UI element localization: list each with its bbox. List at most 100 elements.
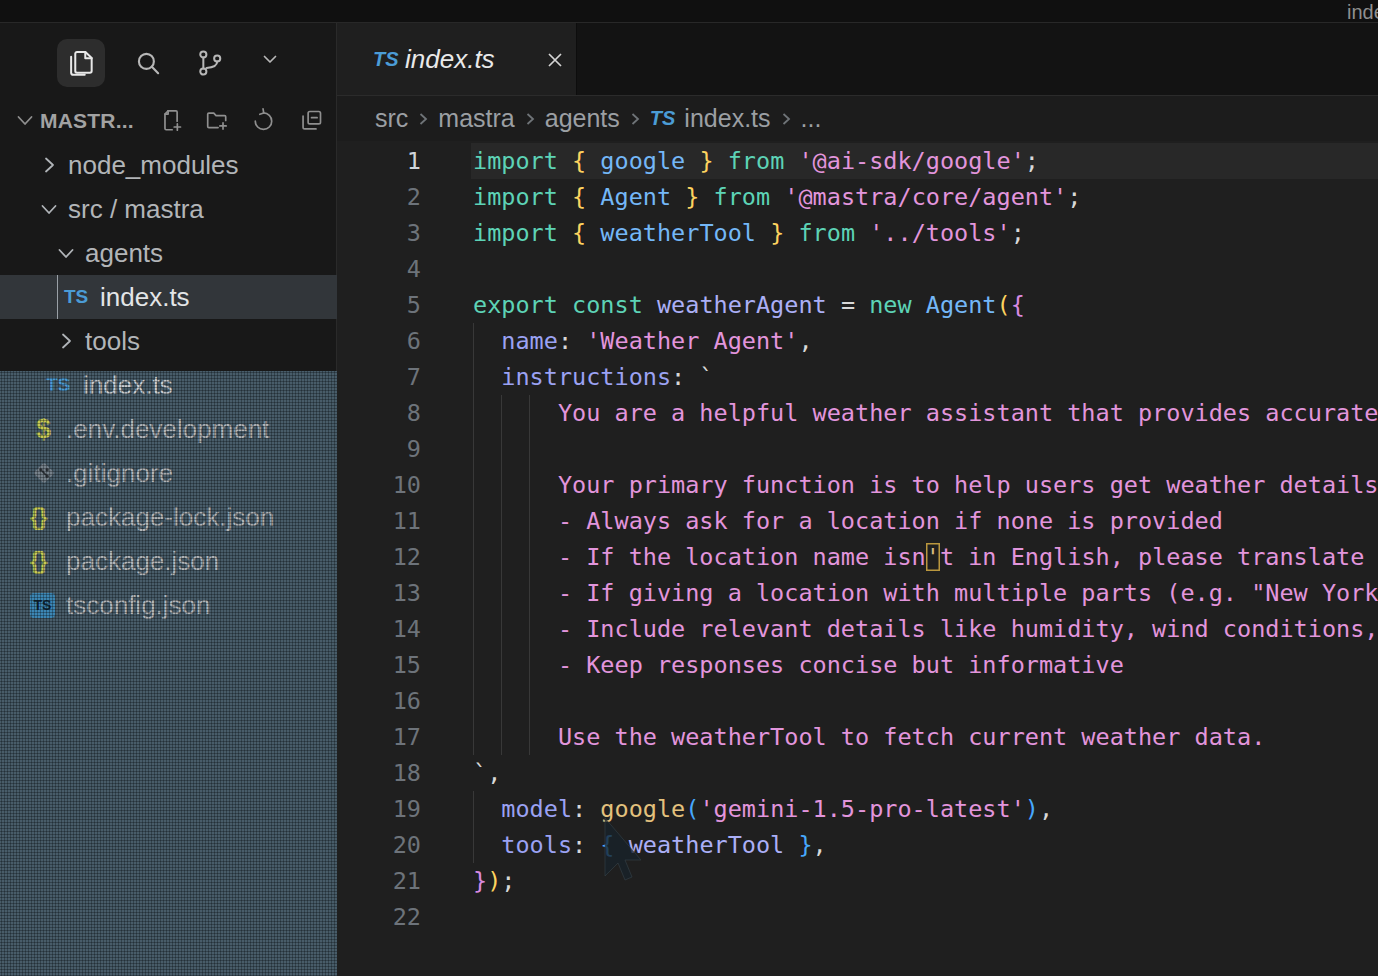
source-control-icon[interactable] <box>194 47 226 83</box>
code-line-14: 14 - Include relevant details like humid… <box>337 611 1378 647</box>
tree-item-label: index.ts <box>100 275 190 319</box>
explorer-section-label[interactable]: MASTR... <box>40 109 134 133</box>
code-line-6: 6 name: 'Weather Agent', <box>337 323 1378 359</box>
git-icon <box>30 459 58 491</box>
code-text: instructions: ` <box>473 359 714 395</box>
breadcrumb-item-mastra[interactable]: mastra <box>438 104 514 133</box>
code-text: - Always ask for a location if none is p… <box>473 503 1223 539</box>
indent-guide <box>473 431 474 467</box>
line-number: 11 <box>337 503 421 539</box>
line-number: 15 <box>337 647 421 683</box>
code-text: import { weatherTool } from '../tools'; <box>473 215 1025 251</box>
code-text: - If the location name isn't in English,… <box>473 539 1378 575</box>
tree-item-tools[interactable]: tools <box>0 319 337 363</box>
code-text: You are a helpful weather assistant that… <box>473 395 1378 431</box>
line-number: 6 <box>337 323 421 359</box>
chevron-down-icon[interactable] <box>258 47 282 75</box>
file-item--env-development[interactable]: $ .env.development <box>0 407 337 451</box>
file-item-label: .env.development <box>66 407 269 451</box>
mouse-cursor <box>604 818 642 896</box>
new-file-icon[interactable] <box>158 107 185 138</box>
tree-item-agents[interactable]: agents <box>0 231 337 275</box>
file-item-package-json[interactable]: {} package.json <box>0 539 337 583</box>
code-text: export const weatherAgent = new Agent({ <box>473 287 1025 323</box>
code-editor[interactable]: 1 import { google } from '@ai-sdk/google'… <box>337 141 1378 976</box>
explorer-section-chevron-icon[interactable] <box>14 109 36 135</box>
code-text: model: google('gemini-1.5-pro-latest'), <box>473 791 1053 827</box>
ts-file-icon: TS <box>46 363 70 407</box>
drag-ghost-index-ts: TS index.ts <box>0 363 337 407</box>
indent-guide <box>473 683 474 719</box>
breadcrumb-item--[interactable]: ... <box>801 104 822 133</box>
breadcrumb: src mastra agents TS index.ts... <box>337 95 1378 141</box>
tree-item-label: agents <box>85 231 163 275</box>
code-line-16: 16 <box>337 683 1378 719</box>
line-number: 20 <box>337 827 421 863</box>
drag-ghost-label: index.ts <box>83 363 173 407</box>
code-line-13: 13 - If giving a location with multiple … <box>337 575 1378 611</box>
file-item-tsconfig-json[interactable]: TStsconfig.json <box>0 583 337 627</box>
indent-guide <box>501 431 502 467</box>
breadcrumb-separator-icon <box>620 110 650 128</box>
file-item--gitignore[interactable]: .gitignore <box>0 451 337 495</box>
line-number: 16 <box>337 683 421 719</box>
explorer-icon[interactable] <box>65 47 97 83</box>
line-number: 8 <box>337 395 421 431</box>
braces-icon: {} <box>30 495 47 539</box>
tree-item-node-modules[interactable]: node_modules <box>0 143 337 187</box>
line-number: 18 <box>337 755 421 791</box>
code-text: import { google } from '@ai-sdk/google'; <box>473 143 1039 179</box>
code-text: - Include relevant details like humidity… <box>473 611 1378 647</box>
line-number: 3 <box>337 215 421 251</box>
tree-item-label: tools <box>85 319 140 363</box>
line-number: 21 <box>337 863 421 899</box>
new-folder-icon[interactable] <box>204 107 231 138</box>
code-line-11: 11 - Always ask for a location if none i… <box>337 503 1378 539</box>
line-number: 13 <box>337 575 421 611</box>
code-line-20: 20 tools: { weatherTool }, <box>337 827 1378 863</box>
code-line-2: 2 import { Agent } from '@mastra/core/age… <box>337 179 1378 215</box>
code-line-10: 10 Your primary function is to help user… <box>337 467 1378 503</box>
tab-index-ts[interactable]: TS index.ts <box>337 23 577 95</box>
close-icon[interactable] <box>543 48 567 72</box>
title-bar: index <box>0 0 1378 23</box>
breadcrumb-item-agents[interactable]: agents <box>545 104 620 133</box>
line-number: 10 <box>337 467 421 503</box>
window-title: index <box>1347 0 1378 23</box>
code-line-3: 3 import { weatherTool } from '../tools'; <box>337 215 1378 251</box>
dollar-icon: $ <box>36 407 51 451</box>
code-line-17: 17 Use the weatherTool to fetch current … <box>337 719 1378 755</box>
ts-file-icon: TS <box>650 107 676 130</box>
breadcrumb-separator-icon <box>408 110 438 128</box>
code-line-9: 9 <box>337 431 1378 467</box>
refresh-icon[interactable] <box>250 107 277 138</box>
code-line-1: 1 import { google } from '@ai-sdk/google'… <box>337 143 1378 179</box>
line-number: 5 <box>337 287 421 323</box>
code-text: - Keep responses concise but informative <box>473 647 1124 683</box>
line-number: 2 <box>337 179 421 215</box>
file-item-package-lock-json[interactable]: {}package-lock.json <box>0 495 337 539</box>
chevron-right-icon <box>38 154 60 180</box>
chevron-down-icon <box>38 198 60 224</box>
line-number: 9 <box>337 431 421 467</box>
ts-badge-icon: TS <box>30 593 55 618</box>
tree-item-src-mastra[interactable]: src / mastra <box>0 187 337 231</box>
code-line-21: 21}); <box>337 863 1378 899</box>
code-line-19: 19 model: google('gemini-1.5-pro-latest'… <box>337 791 1378 827</box>
collapse-all-icon[interactable] <box>298 107 325 138</box>
breadcrumb-item-index-ts[interactable]: index.ts <box>684 104 770 133</box>
code-text: }); <box>473 863 515 899</box>
tree-item-index-ts[interactable]: TSindex.ts <box>0 275 337 319</box>
file-item-label: package.json <box>66 539 219 583</box>
breadcrumb-item-src[interactable]: src <box>375 104 408 133</box>
code-line-12: 12 - If the location name isn't in Engli… <box>337 539 1378 575</box>
code-line-7: 7 instructions: ` <box>337 359 1378 395</box>
line-number: 1 <box>337 143 421 179</box>
braces-icon: {} <box>30 539 47 583</box>
code-text: import { Agent } from '@mastra/core/agen… <box>473 179 1081 215</box>
code-text: tools: { weatherTool }, <box>473 827 827 863</box>
code-line-15: 15 - Keep responses concise but informat… <box>337 647 1378 683</box>
code-text: Your primary function is to help users g… <box>473 467 1378 503</box>
code-line-18: 18`, <box>337 755 1378 791</box>
search-icon[interactable] <box>132 47 164 83</box>
